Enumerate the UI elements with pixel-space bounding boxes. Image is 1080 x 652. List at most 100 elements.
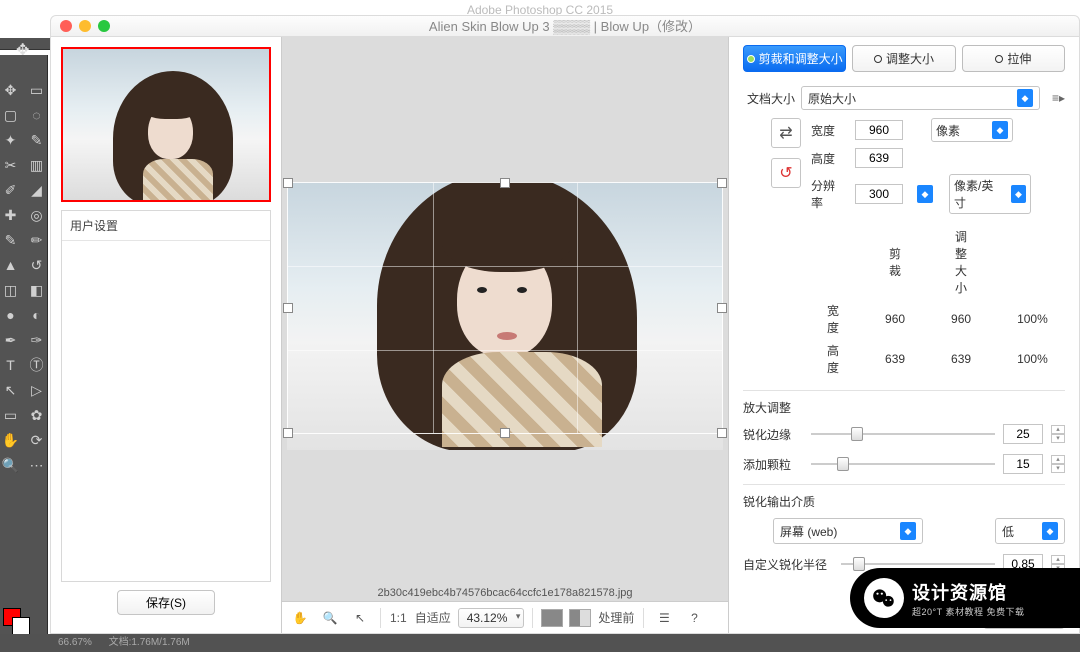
stepper-up-icon[interactable]: ▴ (1051, 555, 1065, 564)
crop-handle-t[interactable] (500, 178, 510, 188)
width-unit-combo[interactable]: 像素◆ (931, 118, 1013, 142)
save-preset-button[interactable]: 保存(S) (117, 590, 215, 615)
maximize-window-button[interactable] (98, 20, 110, 32)
pointer-tool-icon[interactable]: ↖ (348, 606, 372, 630)
slice-tool-icon[interactable]: ▥ (27, 155, 47, 175)
add-grain-value[interactable] (1003, 454, 1043, 474)
watermark-title: 设计资源馆 (912, 579, 1024, 605)
wand-tool-icon[interactable]: ✦ (1, 130, 21, 150)
help-icon[interactable]: ? (682, 606, 706, 630)
eyedropper-tool-icon[interactable]: ✐ (1, 180, 21, 200)
dimensions-table: 剪裁调整大小 宽度960960100% 高度639639100% (803, 224, 1072, 380)
status-doc-info: 文档:1.76M/1.76M (109, 637, 190, 648)
resolution-label: 分辨率 (811, 177, 845, 211)
healing-tool-icon[interactable]: ✚ (1, 205, 21, 225)
tab-stretch[interactable]: 拉伸 (962, 45, 1065, 72)
stepper-down-icon[interactable]: ▾ (1051, 434, 1065, 443)
height-label: 高度 (811, 150, 845, 167)
sharpen-output-section-title: 锐化输出介质 (743, 493, 1065, 510)
marquee-tool-icon[interactable]: ▢ (1, 105, 21, 125)
move-tool-icon[interactable]: ✥ (1, 80, 21, 100)
output-device-combo[interactable]: 屏幕 (web)◆ (773, 518, 923, 544)
photoshop-status-bar: 66.67% 文档:1.76M/1.76M (0, 634, 1080, 652)
blur-tool-icon[interactable]: ● (1, 305, 21, 325)
freeform-pen-tool-icon[interactable]: ✑ (27, 330, 47, 350)
wechat-icon (864, 578, 904, 618)
user-settings-header: 用户设置 (62, 211, 270, 241)
type-tool-icon[interactable]: T (1, 355, 21, 375)
doc-size-combo[interactable]: 原始大小◆ (801, 86, 1040, 110)
add-grain-slider[interactable] (811, 456, 995, 472)
preset-thumbnail[interactable] (61, 47, 271, 202)
add-grain-label: 添加颗粒 (743, 456, 803, 473)
rotate-view-tool-icon[interactable]: ⟳ (27, 430, 47, 450)
zoom-combo[interactable]: 43.12% (458, 608, 525, 628)
watermark-subtitle: 超20°T 素材教程 免费下载 (912, 605, 1024, 618)
edit-toolbar-icon[interactable]: ⋯ (27, 455, 47, 475)
minimize-window-button[interactable] (79, 20, 91, 32)
filename-label: 2b30c419ebc4b74576bcac64ccfc1e178a821578… (282, 587, 728, 599)
background-swatch[interactable] (12, 617, 30, 635)
crop-handle-tl[interactable] (283, 178, 293, 188)
eraser-tool-icon[interactable]: ◫ (1, 280, 21, 300)
output-strength-combo[interactable]: 低◆ (995, 518, 1065, 544)
height-input[interactable] (855, 148, 903, 168)
color-swatches[interactable] (3, 608, 31, 630)
sharpen-edges-slider[interactable] (811, 426, 995, 442)
patch-tool-icon[interactable]: ◎ (27, 205, 47, 225)
preview-toolbar: ✋ 🔍 ↖ 1:1 自适应 43.12% 处理前 ☰ ? (282, 601, 728, 633)
pencil-tool-icon[interactable]: ✏ (27, 230, 47, 250)
resolution-dropdown-icon[interactable]: ◆ (917, 185, 933, 203)
doc-size-menu-icon[interactable]: ≡▸ (1052, 91, 1065, 105)
zoom-tool-icon[interactable]: 🔍 (1, 455, 21, 475)
direct-select-tool-icon[interactable]: ▷ (27, 380, 47, 400)
stamp-tool-icon[interactable]: ▲ (1, 255, 21, 275)
swap-dimensions-icon[interactable]: ⇄ (771, 118, 801, 148)
crop-handle-l[interactable] (283, 303, 293, 313)
brush-tool-icon[interactable]: ✎ (1, 230, 21, 250)
zoom-tool-icon[interactable]: 🔍 (318, 606, 342, 630)
single-view-icon[interactable] (541, 609, 563, 627)
quick-select-tool-icon[interactable]: ✎ (27, 130, 47, 150)
crop-tool-icon[interactable]: ✂ (1, 155, 21, 175)
hand-tool-icon[interactable]: ✋ (1, 430, 21, 450)
resolution-unit-combo[interactable]: 像素/英寸◆ (949, 174, 1031, 214)
artboard-tool-icon[interactable]: ▭ (27, 80, 47, 100)
preferences-icon[interactable]: ☰ (652, 606, 676, 630)
resolution-input[interactable] (855, 184, 903, 204)
shape-tool-icon[interactable]: ▭ (1, 405, 21, 425)
tab-crop-resize[interactable]: 剪裁和调整大小 (743, 45, 846, 72)
tab-resize[interactable]: 调整大小 (852, 45, 955, 72)
custom-radius-label: 自定义锐化半径 (743, 556, 833, 573)
crop-handle-r[interactable] (717, 303, 727, 313)
crop-handle-bl[interactable] (283, 428, 293, 438)
vertical-type-tool-icon[interactable]: Ⓣ (27, 355, 47, 375)
enlarge-section-title: 放大调整 (743, 399, 1065, 416)
reset-resolution-icon[interactable]: ↺ (771, 158, 801, 188)
close-window-button[interactable] (60, 20, 72, 32)
one-to-one-button[interactable]: 1:1 (389, 606, 408, 630)
width-label: 宽度 (811, 122, 845, 139)
stepper-down-icon[interactable]: ▾ (1051, 464, 1065, 473)
crop-handle-b[interactable] (500, 428, 510, 438)
history-brush-tool-icon[interactable]: ↺ (27, 255, 47, 275)
crop-overlay[interactable] (287, 182, 723, 434)
stepper-up-icon[interactable]: ▴ (1051, 455, 1065, 464)
path-tool-icon[interactable]: ↖ (1, 380, 21, 400)
hand-tool-icon[interactable]: ✋ (288, 606, 312, 630)
doc-size-label: 文档大小 (743, 90, 795, 107)
stepper-up-icon[interactable]: ▴ (1051, 425, 1065, 434)
sharpen-edges-value[interactable] (1003, 424, 1043, 444)
fit-button[interactable]: 自适应 (414, 606, 452, 630)
ruler-tool-icon[interactable]: ◢ (27, 180, 47, 200)
lasso-tool-icon[interactable]: ◌ (27, 105, 47, 125)
before-button[interactable]: 处理前 (597, 606, 635, 630)
crop-handle-br[interactable] (717, 428, 727, 438)
gradient-tool-icon[interactable]: ◧ (27, 280, 47, 300)
dodge-tool-icon[interactable]: ◐ (27, 305, 47, 325)
split-view-icon[interactable] (569, 609, 591, 627)
pen-tool-icon[interactable]: ✒ (1, 330, 21, 350)
custom-shape-tool-icon[interactable]: ✿ (27, 405, 47, 425)
width-input[interactable] (855, 120, 903, 140)
crop-handle-tr[interactable] (717, 178, 727, 188)
